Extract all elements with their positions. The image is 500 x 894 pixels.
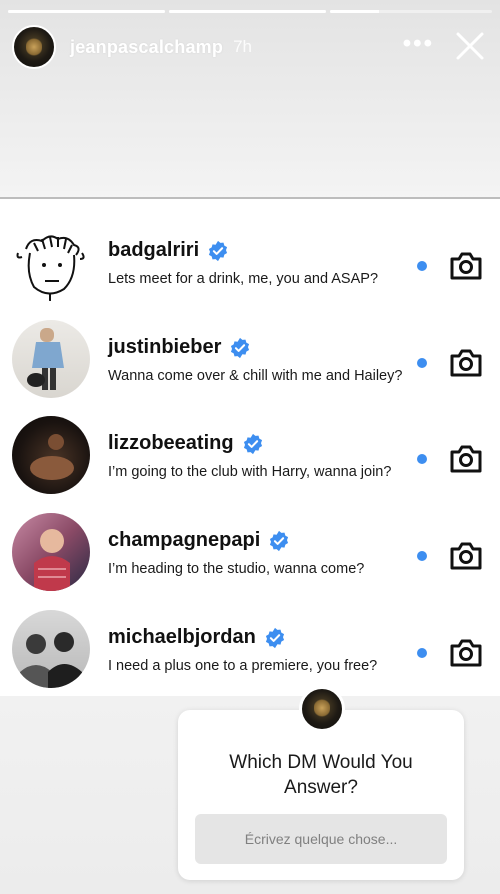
- camera-icon[interactable]: [448, 441, 484, 477]
- story-time: 7h: [233, 37, 252, 56]
- unread-dot: [417, 261, 427, 271]
- avatar: [12, 320, 90, 398]
- verified-badge-icon: [265, 627, 284, 648]
- dm-message: Wanna come over & chill with me and Hail…: [108, 368, 403, 384]
- camera-icon[interactable]: [448, 635, 484, 671]
- unread-dot: [417, 358, 427, 368]
- dm-username: champagnepapi: [108, 529, 290, 552]
- sketch-face-avatar: [16, 235, 85, 301]
- verified-badge-icon: [270, 530, 289, 551]
- dm-message: I need a plus one to a premiere, you fre…: [108, 658, 378, 674]
- camera-icon[interactable]: [448, 345, 484, 381]
- progress-segment: [330, 10, 492, 13]
- camera-icon[interactable]: [448, 248, 484, 284]
- dm-message: I’m going to the club with Harry, wanna …: [108, 464, 392, 480]
- dm-username: badgalriri: [108, 239, 229, 262]
- verified-badge-icon: [243, 433, 262, 454]
- progress-segment: [8, 10, 165, 13]
- close-icon[interactable]: [452, 28, 488, 64]
- dm-message: Lets meet for a drink, me, you and ASAP?: [108, 271, 379, 287]
- dm-username: justinbieber: [108, 336, 251, 359]
- verified-badge-icon: [231, 337, 250, 358]
- story-progress: [8, 10, 492, 13]
- story-header: jeanpascalchamp 7h •••: [12, 24, 488, 70]
- more-icon[interactable]: •••: [403, 32, 434, 56]
- avatar: [299, 686, 345, 732]
- dm-row-michaelbjordan[interactable]: michaelbjordan I need a plus one to a pr…: [0, 596, 500, 693]
- avatar: [12, 416, 90, 494]
- camera-icon[interactable]: [448, 538, 484, 574]
- verified-badge-icon: [209, 240, 228, 261]
- question-sticker[interactable]: Which DM Would You Answer?: [178, 710, 464, 880]
- dm-row-champagnepapi[interactable]: champagnepapi I’m heading to the studio,…: [0, 499, 500, 596]
- avatar: [12, 223, 90, 301]
- dm-username: lizzobeeating: [108, 432, 264, 455]
- story-viewer: jeanpascalchamp 7h ••• badgalriri Lets m…: [0, 0, 500, 894]
- progress-segment: [169, 10, 326, 13]
- question-answer-input[interactable]: [195, 814, 447, 864]
- unread-dot: [417, 648, 427, 658]
- dm-message: I’m heading to the studio, wanna come?: [108, 561, 365, 577]
- avatar[interactable]: [12, 25, 56, 69]
- unread-dot: [417, 454, 427, 464]
- dm-row-justinbieber[interactable]: justinbieber Wanna come over & chill wit…: [0, 306, 500, 403]
- story-username[interactable]: jeanpascalchamp: [70, 37, 223, 58]
- dm-row-badgalriri[interactable]: badgalriri Lets meet for a drink, me, yo…: [0, 209, 500, 306]
- avatar: [12, 610, 90, 688]
- unread-dot: [417, 551, 427, 561]
- avatar: [12, 513, 90, 591]
- question-text: Which DM Would You Answer?: [229, 752, 413, 798]
- dm-list: badgalriri Lets meet for a drink, me, yo…: [0, 199, 500, 696]
- dm-username: michaelbjordan: [108, 626, 286, 649]
- dm-row-lizzobeeating[interactable]: lizzobeeating I’m going to the club with…: [0, 402, 500, 499]
